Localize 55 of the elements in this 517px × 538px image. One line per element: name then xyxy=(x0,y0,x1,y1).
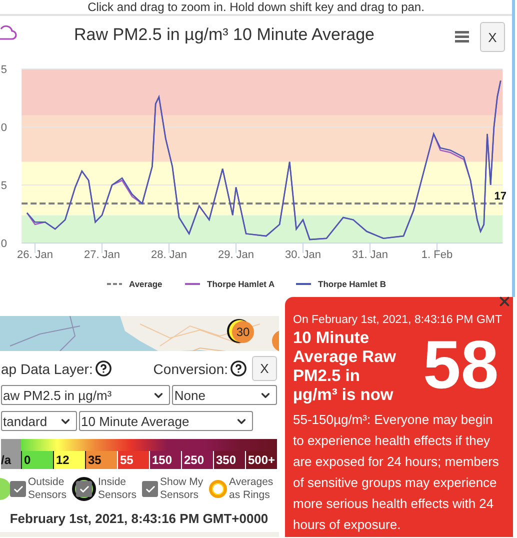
scale-segment: 12 xyxy=(53,451,85,469)
select-field[interactable]: 10 Minute Average xyxy=(79,411,253,431)
axis-label: 5 xyxy=(0,180,7,192)
scale-segment: 350 xyxy=(213,451,245,469)
cluster-marker[interactable]: 30 xyxy=(232,321,254,343)
legend-item[interactable]: Average xyxy=(107,279,162,289)
scale-segment: 500+ xyxy=(245,451,277,469)
select-field[interactable]: None xyxy=(172,385,277,405)
scale-segment: 35 xyxy=(85,451,117,469)
axis-label: 28. Jan xyxy=(150,249,188,261)
toggle-label: Averages as Rings xyxy=(229,476,274,502)
health-description: 55-150µg/m³: Everyone may begin to experience health effects if they are exposed for 24 hours; members of sensitive groups may experience more serious health effects with 24 hours of exposure. xyxy=(293,411,500,534)
axis-label: 5 xyxy=(0,64,7,76)
axis-label: 30. Jan xyxy=(284,249,322,261)
axis-label: 29. Jan xyxy=(218,249,254,261)
check-icon xyxy=(144,484,156,494)
cloud-icon xyxy=(0,25,17,41)
axis-label: 31. Jan xyxy=(352,249,388,261)
scale-segment: 55 xyxy=(117,451,149,469)
popup-heading: 10 Minute Average Raw PM2.5 in µg/m³ is now xyxy=(293,329,398,405)
close-button[interactable]: X xyxy=(480,22,505,52)
popup-timestamp: On February 1st, 2021, 8:43:16 PM GMT xyxy=(293,314,502,326)
select-field[interactable]: tandard xyxy=(1,411,77,431)
help-icon[interactable] xyxy=(230,360,247,377)
check-icon xyxy=(12,484,24,494)
menu-icon[interactable] xyxy=(455,31,469,43)
toggle-label: Inside Sensors xyxy=(98,476,138,502)
close-icon[interactable] xyxy=(497,294,512,309)
scale-segment: 0 xyxy=(21,451,53,469)
reading-value: 58 xyxy=(423,331,499,405)
legend-item[interactable]: Thorpe Hamlet B xyxy=(296,279,386,289)
layer-label: ap Data Layer: xyxy=(1,360,93,376)
toggle-label: Show My Sensors xyxy=(160,476,204,502)
zoom-hint: Click and drag to zoom in. Hold down shift key and drag to pan. xyxy=(0,0,512,16)
select-field[interactable]: aw PM2.5 in µg/m³ xyxy=(1,385,170,405)
conversion-label: Conversion: xyxy=(153,360,228,376)
axis-label: 0 xyxy=(0,122,7,134)
chart-title: Raw PM2.5 in µg/m³ 10 Minute Average xyxy=(74,25,375,45)
axis-label: 1. Feb xyxy=(421,249,453,261)
toggle-label: Outside Sensors xyxy=(28,476,68,502)
close-button[interactable]: X xyxy=(252,356,277,381)
axis-label: 27. Jan xyxy=(84,249,120,261)
scale-segment: 250 xyxy=(181,451,213,469)
scale-segment: /a xyxy=(1,439,21,469)
axis-label: 0 xyxy=(0,238,7,250)
axis-label: 26. Jan xyxy=(16,249,54,261)
checkbox[interactable] xyxy=(142,481,158,497)
check-icon xyxy=(78,484,90,494)
checkbox[interactable] xyxy=(76,481,92,497)
help-icon[interactable] xyxy=(94,360,112,377)
scale-segment: 150 xyxy=(149,451,181,469)
timestamp: February 1st, 2021, 8:43:16 PM GMT+0000 xyxy=(8,511,270,526)
legend-item[interactable]: Thorpe Hamlet A xyxy=(185,279,275,289)
checkbox[interactable] xyxy=(10,481,26,497)
average-label: 17 xyxy=(494,190,507,203)
